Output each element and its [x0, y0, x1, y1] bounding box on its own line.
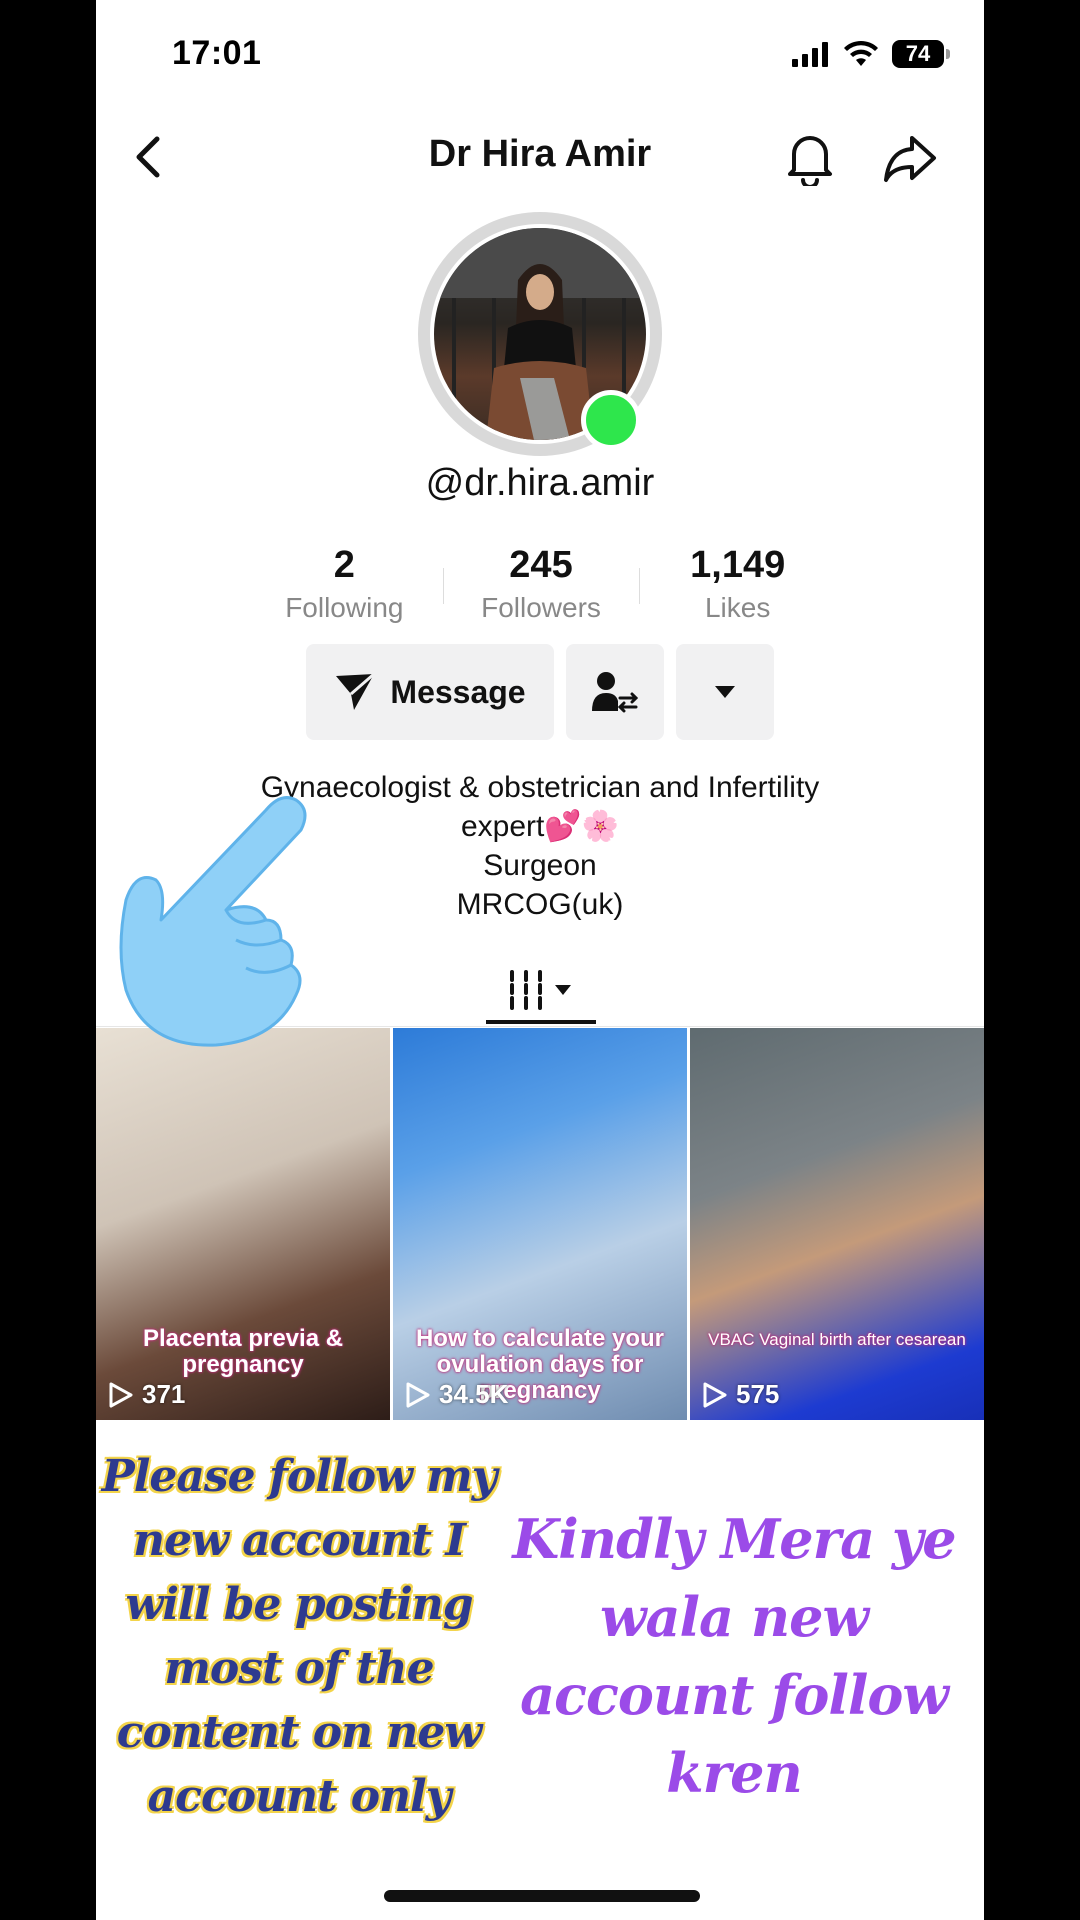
video-caption: VBAC Vaginal birth after cesarean [708, 1330, 966, 1349]
video-views: 371 [108, 1379, 185, 1410]
stat-followers[interactable]: 245 Followers [442, 540, 640, 630]
message-button[interactable]: Message [306, 644, 554, 740]
user-swap-icon [592, 672, 638, 713]
play-icon [406, 1382, 430, 1407]
pointing-hand-icon [119, 796, 307, 1047]
video-thumbnail[interactable]: Placenta previa & pregnancy 371 [96, 1028, 390, 1420]
battery-indicator: 74 [892, 40, 950, 68]
caret-down-icon [555, 985, 571, 995]
video-caption: Placenta previa & pregnancy [142, 1325, 344, 1378]
video-views: 575 [702, 1379, 779, 1410]
video-view-count: 575 [736, 1379, 780, 1409]
bell-icon [788, 136, 832, 189]
status-icons: 74 [792, 40, 950, 68]
profile-stats: 2 Following 245 Followers 1,149 Likes [246, 540, 836, 630]
stat-following[interactable]: 2 Following [246, 540, 443, 630]
play-icon [703, 1382, 727, 1407]
cellular-signal-icon [792, 42, 828, 67]
tab-underline [486, 1020, 596, 1024]
stat-label: Likes [704, 592, 771, 623]
home-indicator[interactable] [384, 1890, 700, 1902]
send-icon [336, 672, 376, 710]
video-grid: Placenta previa & pregnancy 371 How to c… [96, 1028, 984, 1420]
video-views: 34.5K [405, 1379, 508, 1410]
status-time: 17:01 [172, 34, 262, 72]
stat-likes[interactable]: 1,149 Likes [639, 540, 836, 630]
promo-text-right: Kindly Mera ye wala new account follow k… [512, 1507, 956, 1805]
share-button[interactable] [882, 130, 938, 186]
follow-status-button[interactable] [566, 644, 664, 740]
stat-label: Following [285, 592, 404, 623]
video-view-count: 34.5K [439, 1379, 509, 1409]
share-arrow-icon [884, 136, 936, 182]
stat-label: Followers [481, 592, 601, 623]
video-grid-icon [510, 970, 542, 1010]
play-icon [109, 1382, 133, 1407]
stat-value: 2 [333, 544, 355, 586]
page-title: Dr Hira Amir [428, 133, 652, 175]
notifications-button[interactable] [784, 130, 836, 189]
more-options-button[interactable] [676, 644, 774, 740]
message-button-label: Message [390, 673, 526, 710]
video-view-count: 371 [142, 1379, 186, 1409]
caret-down-icon [715, 686, 735, 698]
wifi-icon [844, 40, 878, 66]
video-thumbnail[interactable]: VBAC Vaginal birth after cesarean 575 [690, 1028, 984, 1420]
stat-value: 1,149 [690, 544, 786, 586]
online-status-dot [581, 390, 641, 450]
stat-value: 245 [509, 544, 573, 586]
video-thumbnail[interactable]: How to calculate your ovulation days for… [393, 1028, 687, 1420]
tab-videos[interactable] [486, 955, 594, 1025]
username: @dr.hira.amir [425, 462, 655, 504]
profile-screen: 17:01 74 Dr Hira Amir @dr.hira.amir 2 Fo… [96, 0, 984, 1920]
promo-text-left: Please follow my new account I will be p… [101, 1451, 498, 1822]
